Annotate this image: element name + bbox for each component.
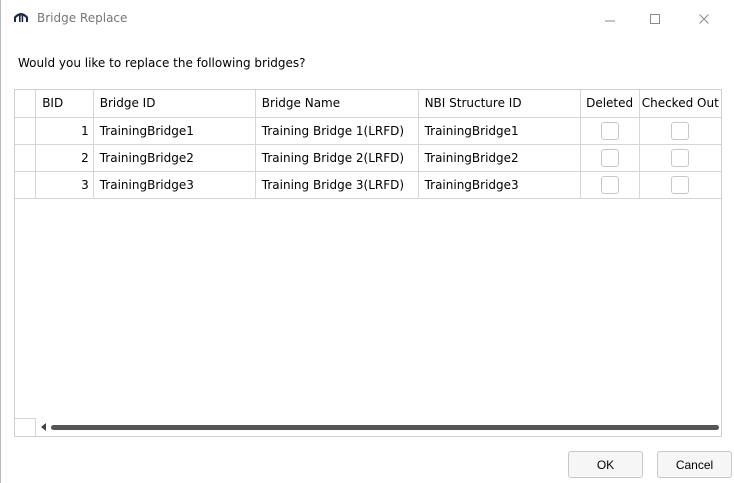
scroll-corner (15, 418, 36, 436)
cell-bridge-name: Training Bridge 3(LRFD) (255, 171, 419, 199)
cell-nbi-structure-id: TrainingBridge1 (418, 117, 581, 145)
table-row[interactable]: 3 TrainingBridge3 Training Bridge 3(LRFD… (15, 171, 721, 199)
column-header-deleted[interactable]: Deleted (580, 90, 640, 118)
deleted-checkbox[interactable] (600, 121, 619, 140)
cell-bid: 2 (35, 144, 94, 172)
column-header-bid[interactable]: BID (35, 90, 94, 118)
close-icon[interactable] (689, 8, 719, 30)
column-header-checked-out[interactable]: Checked Out (639, 90, 721, 118)
cell-nbi-structure-id: TrainingBridge3 (418, 171, 581, 199)
row-selector-header[interactable] (15, 90, 37, 118)
cell-checked-out (639, 117, 721, 145)
bridges-grid: BID Bridge ID Bridge Name NBI Structure … (14, 89, 722, 437)
window-title: Bridge Replace (37, 11, 128, 25)
horizontal-scrollbar[interactable] (15, 418, 721, 436)
column-header-nbi-structure-id[interactable]: NBI Structure ID (418, 90, 581, 118)
title-bar[interactable]: Bridge Replace (1, 0, 734, 38)
cell-checked-out (639, 171, 721, 199)
deleted-checkbox[interactable] (600, 148, 619, 167)
row-selector[interactable] (15, 117, 37, 145)
scrollbar-thumb[interactable] (51, 425, 719, 430)
cell-deleted (580, 144, 640, 172)
prompt-text: Would you like to replace the following … (18, 56, 306, 70)
table-header-row: BID Bridge ID Bridge Name NBI Structure … (15, 90, 721, 118)
maximize-icon[interactable] (640, 8, 670, 30)
bridge-replace-dialog: Bridge Replace Would you like to replace… (0, 0, 734, 483)
minimize-icon[interactable] (595, 8, 625, 30)
cell-bridge-id: TrainingBridge3 (93, 171, 256, 199)
table-row[interactable]: 2 TrainingBridge2 Training Bridge 2(LRFD… (15, 144, 721, 172)
bridges-table: BID Bridge ID Bridge Name NBI Structure … (15, 90, 721, 199)
cancel-button[interactable]: Cancel (657, 451, 732, 478)
cell-bid: 3 (35, 171, 94, 199)
cell-bid: 1 (35, 117, 94, 145)
cell-nbi-structure-id: TrainingBridge2 (418, 144, 581, 172)
table-row[interactable]: 1 TrainingBridge1 Training Bridge 1(LRFD… (15, 117, 721, 145)
checked-out-checkbox[interactable] (671, 121, 690, 140)
cell-checked-out (639, 144, 721, 172)
checked-out-checkbox[interactable] (671, 175, 690, 194)
cell-deleted (580, 117, 640, 145)
row-selector[interactable] (15, 171, 37, 199)
column-header-bridge-name[interactable]: Bridge Name (255, 90, 419, 118)
row-selector[interactable] (15, 144, 37, 172)
cell-bridge-name: Training Bridge 1(LRFD) (255, 117, 419, 145)
deleted-checkbox[interactable] (600, 175, 619, 194)
cell-deleted (580, 171, 640, 199)
scroll-left-arrow-icon[interactable] (39, 421, 49, 433)
column-header-bridge-id[interactable]: Bridge ID (93, 90, 256, 118)
cell-bridge-name: Training Bridge 2(LRFD) (255, 144, 419, 172)
cell-bridge-id: TrainingBridge1 (93, 117, 256, 145)
cell-bridge-id: TrainingBridge2 (93, 144, 256, 172)
bridge-icon (13, 10, 29, 24)
ok-button[interactable]: OK (568, 451, 643, 478)
checked-out-checkbox[interactable] (671, 148, 690, 167)
